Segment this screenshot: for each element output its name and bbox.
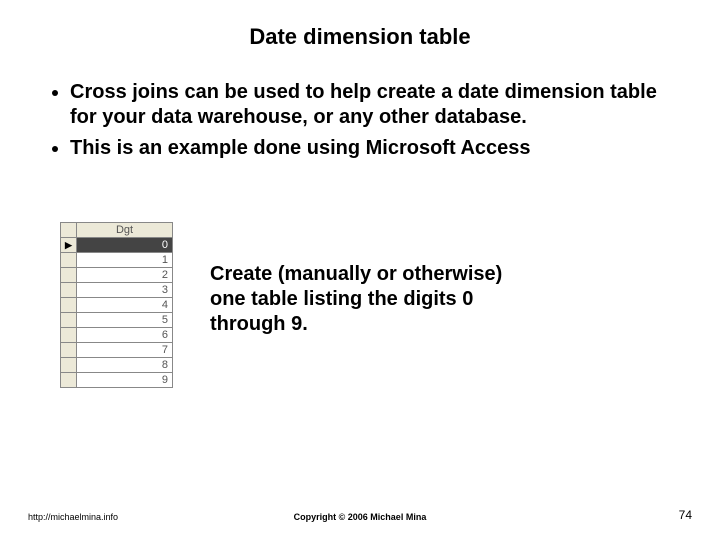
row-selector [61, 343, 77, 358]
bullet-list: Cross joins can be used to help create a… [48, 80, 688, 167]
row-selector [61, 373, 77, 388]
cell-value: 6 [77, 328, 173, 343]
slide: Date dimension table Cross joins can be … [0, 0, 720, 540]
cell-value: 1 [77, 253, 173, 268]
cell-value: 4 [77, 298, 173, 313]
cell-value: 9 [77, 373, 173, 388]
row-selector [61, 328, 77, 343]
row-selector [61, 298, 77, 313]
row-selector [61, 358, 77, 373]
datasheet-table: Dgt ▶ 0 1 2 3 4 5 6 7 8 9 [60, 222, 173, 388]
bullet-item: Cross joins can be used to help create a… [70, 80, 688, 130]
datasheet-corner [61, 223, 77, 238]
row-selector [61, 253, 77, 268]
row-selector-icon: ▶ [61, 238, 77, 253]
column-header: Dgt [77, 223, 173, 238]
cell-value: 2 [77, 268, 173, 283]
cell-value: 0 [77, 238, 173, 253]
page-number: 74 [679, 508, 692, 522]
cell-value: 8 [77, 358, 173, 373]
cell-value: 3 [77, 283, 173, 298]
cell-value: 5 [77, 313, 173, 328]
bullet-item: This is an example done using Microsoft … [70, 136, 688, 161]
cell-value: 7 [77, 343, 173, 358]
footer-copyright: Copyright © 2006 Michael Mina [0, 512, 720, 522]
callout-text: Create (manually or otherwise) one table… [210, 262, 530, 337]
row-selector [61, 268, 77, 283]
row-selector [61, 283, 77, 298]
row-selector [61, 313, 77, 328]
slide-title: Date dimension table [0, 24, 720, 50]
